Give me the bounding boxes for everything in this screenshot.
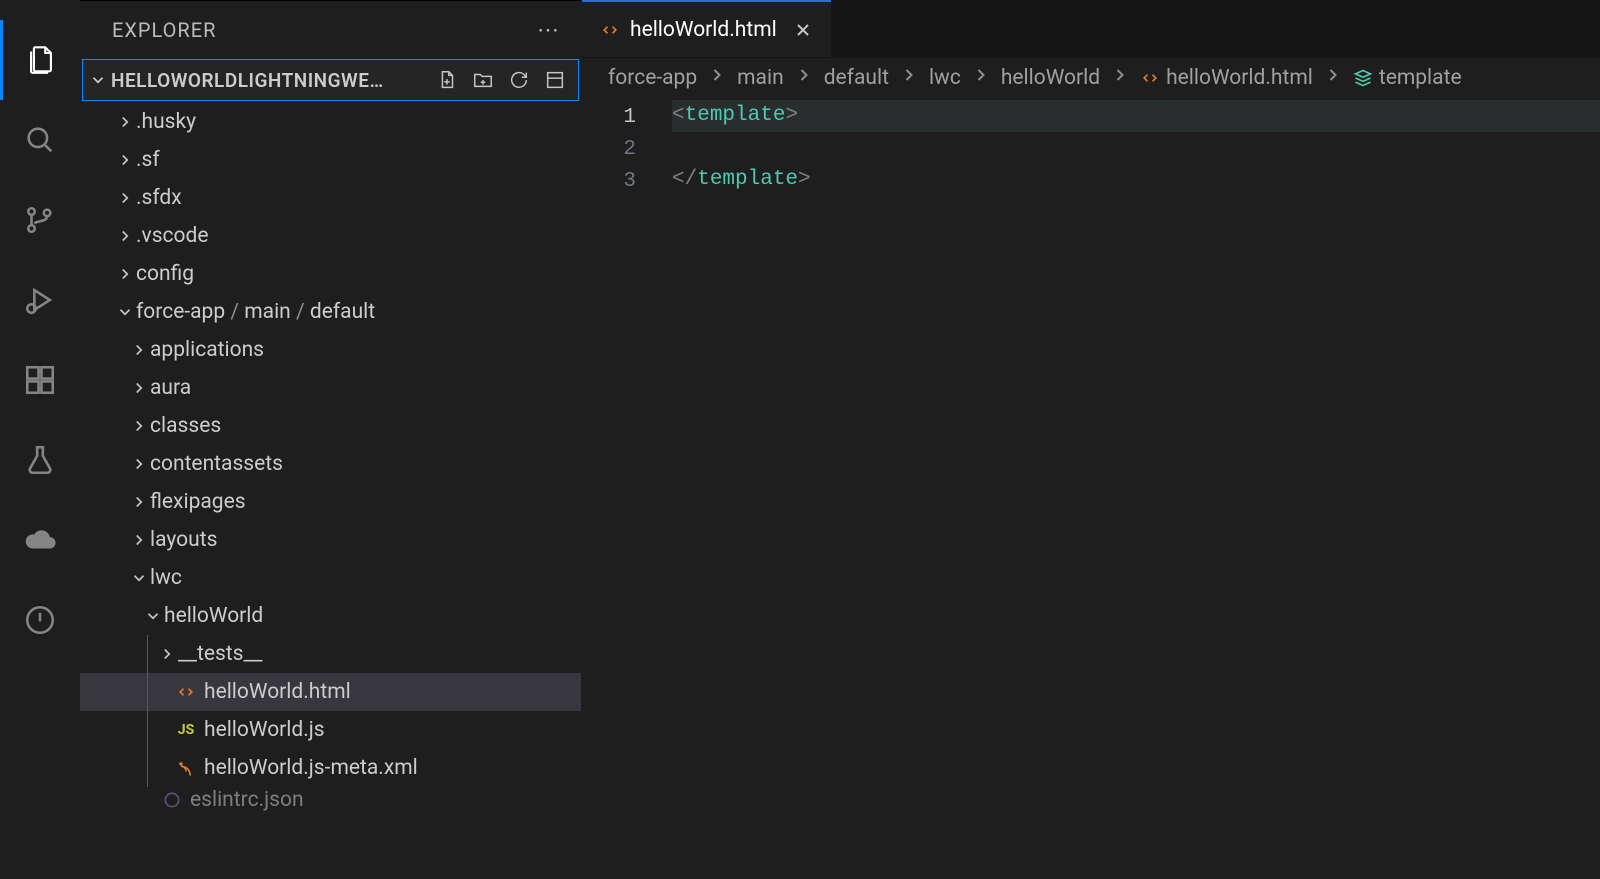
activity-salesforce[interactable] [0,500,80,580]
explorer-sidebar: EXPLORER ⋯ HELLOWORLDLIGHTNINGWE… .husky… [80,0,582,879]
code-line[interactable] [672,132,1600,164]
breadcrumb-item[interactable]: helloWorld [1001,66,1100,90]
debug-icon [23,283,57,317]
project-header[interactable]: HELLOWORLDLIGHTNINGWE… [82,59,579,101]
tree-file[interactable]: JShelloWorld.js [80,711,581,749]
tree-folder[interactable]: applications [80,331,581,369]
tree-folder[interactable]: flexipages [80,483,581,521]
chevron-right-icon [899,65,919,91]
project-name: HELLOWORLDLIGHTNINGWE… [111,69,436,92]
files-icon [24,43,58,77]
tree-folder[interactable]: .sf [80,141,581,179]
html-icon [600,20,620,40]
chevron-right-icon [707,65,727,91]
breadcrumb-item[interactable]: template [1353,66,1462,90]
tab-active[interactable]: helloWorld.html [582,0,831,57]
refresh-icon[interactable] [508,69,530,91]
explorer-title: EXPLORER [112,18,216,42]
explorer-header: EXPLORER ⋯ [80,1,581,59]
symbol-icon [1353,68,1373,88]
tab-filename: helloWorld.html [630,18,777,42]
chevron-right-icon [794,65,814,91]
code-line[interactable]: <template> [672,100,1600,132]
project-actions [436,69,572,91]
editor-pane: helloWorld.html force-app main default lwc h… [582,0,1600,879]
branch-icon [23,203,57,237]
activity-issues[interactable] [0,580,80,660]
activity-scm[interactable] [0,180,80,260]
cloud-icon [23,523,57,557]
file-icon: JS [176,720,196,740]
breadcrumb-item[interactable]: main [737,66,784,90]
chevron-right-icon [971,65,991,91]
code-line[interactable]: </template> [672,164,1600,196]
line-number: 3 [582,166,662,198]
tree-folder[interactable]: classes [80,407,581,445]
tree-folder[interactable]: contentassets [80,445,581,483]
tree-folder[interactable]: .sfdx [80,179,581,217]
line-number: 2 [582,134,662,166]
chevron-right-icon [1323,65,1343,91]
new-file-icon[interactable] [436,69,458,91]
tree-file[interactable]: helloWorld.js-meta.xml [80,749,581,787]
search-icon [23,123,57,157]
explorer-more-button[interactable]: ⋯ [537,18,559,43]
chevron-down-icon [89,71,107,89]
breadcrumbs[interactable]: force-app main default lwc helloWorld helloWo… [582,58,1600,98]
file-icon [162,790,182,810]
tab-bar: helloWorld.html [582,0,1600,58]
flask-icon [23,443,57,477]
activity-debug[interactable] [0,260,80,340]
tree-folder[interactable]: config [80,255,581,293]
tree-folder[interactable]: aura [80,369,581,407]
code-editor[interactable]: 123 <template> </template> [582,98,1600,879]
file-icon [176,682,196,702]
line-gutter: 123 [582,100,662,879]
close-icon[interactable] [793,20,813,40]
tree-folder[interactable]: force-app / main / default [80,293,581,331]
tree-folder[interactable]: .vscode [80,217,581,255]
activity-search[interactable] [0,100,80,180]
tree-folder[interactable]: .husky [80,103,581,141]
file-tree: .husky.sf.sfdx.vscodeconfigforce-app / m… [80,101,581,879]
breadcrumb-item[interactable]: default [824,66,889,90]
code-content[interactable]: <template> </template> [662,100,1600,879]
activity-explorer[interactable] [0,20,80,100]
breadcrumb-item[interactable]: lwc [929,66,961,90]
tree-file[interactable]: eslintrc.json [80,787,581,813]
file-icon [176,758,196,778]
alert-icon [23,603,57,637]
breadcrumb-item[interactable]: force-app [608,66,697,90]
new-folder-icon[interactable] [472,69,494,91]
line-number: 1 [582,102,662,134]
activity-extensions[interactable] [0,340,80,420]
breadcrumb-item[interactable]: helloWorld.html [1140,66,1313,90]
tree-folder[interactable]: __tests__ [80,635,581,673]
tree-folder[interactable]: layouts [80,521,581,559]
collapse-icon[interactable] [544,69,566,91]
activity-bar [0,0,80,879]
extensions-icon [23,363,57,397]
tree-file[interactable]: helloWorld.html [80,673,581,711]
chevron-right-icon [1110,65,1130,91]
activity-testing[interactable] [0,420,80,500]
tree-folder[interactable]: helloWorld [80,597,581,635]
html-icon [1140,68,1160,88]
tree-folder[interactable]: lwc [80,559,581,597]
